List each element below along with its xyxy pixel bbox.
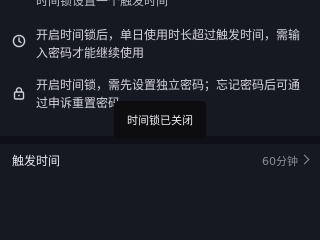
info-item-top-partial: 时间锁设置一个触发时间	[0, 0, 320, 8]
clock-icon	[12, 34, 26, 48]
toast-text: 时间锁已关闭	[127, 114, 193, 127]
chevron-right-icon	[299, 154, 310, 165]
toast: 时间锁已关闭	[114, 101, 206, 139]
setting-value: 60分钟	[262, 155, 298, 168]
setting-row-trigger-time[interactable]: 触发时间 60分钟	[0, 144, 320, 174]
info-item-clock: 开启时间锁后，单日使用时长超过触发时间，需输入密码才能继续使用	[0, 26, 320, 66]
info-item-clock-text: 开启时间锁后，单日使用时长超过触发时间，需输入密码才能继续使用	[36, 28, 301, 60]
lock-icon	[13, 87, 25, 100]
setting-label: 触发时间	[12, 154, 61, 168]
info-item-top-text: 时间锁设置一个触发时间	[36, 0, 169, 8]
